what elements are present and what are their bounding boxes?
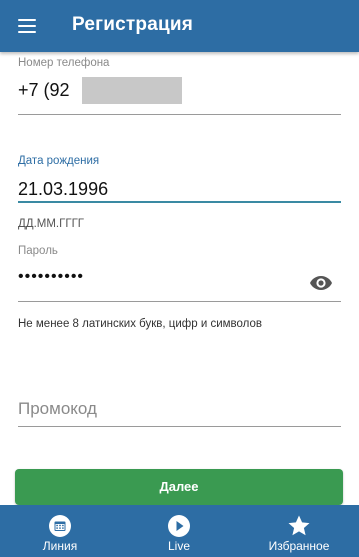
birthdate-underline <box>18 201 341 203</box>
nav-item-favorites[interactable]: Избранное <box>249 505 349 557</box>
eye-icon[interactable] <box>309 274 333 292</box>
bottom-navigation: Линия Live Избранное <box>0 505 359 557</box>
password-underline <box>18 301 341 302</box>
phone-underline <box>18 114 341 115</box>
nav-label-line: Линия <box>42 539 78 553</box>
nav-label-favorites: Избранное <box>268 539 330 553</box>
star-icon <box>287 514 311 538</box>
birthdate-label: Дата рождения <box>18 155 100 167</box>
password-label: Пароль <box>18 245 58 257</box>
play-icon <box>167 514 191 538</box>
promo-underline <box>18 426 341 427</box>
menu-icon[interactable] <box>10 10 44 42</box>
password-helper: Не менее 8 латинских букв, цифр и символ… <box>18 318 263 330</box>
page-title: Регистрация <box>72 14 194 35</box>
phone-redaction <box>82 77 182 104</box>
birthdate-helper: ДД.ММ.ГГГГ <box>18 218 85 230</box>
phone-field[interactable]: +7 (92 <box>18 80 70 101</box>
calendar-icon <box>48 514 72 538</box>
registration-screen: Регистрация Номер телефона +7 (92 Дата р… <box>0 0 359 557</box>
password-field[interactable]: •••••••••• <box>18 268 84 286</box>
nav-item-live[interactable]: Live <box>129 505 229 557</box>
promo-code-input[interactable] <box>18 393 341 425</box>
phone-label: Номер телефона <box>18 57 110 69</box>
nav-item-line[interactable]: Линия <box>10 505 110 557</box>
nav-label-live: Live <box>167 539 190 553</box>
top-app-bar: Регистрация <box>0 0 359 52</box>
birthdate-field[interactable]: 21.03.1996 <box>18 179 108 200</box>
next-button[interactable]: Далее <box>15 469 343 505</box>
